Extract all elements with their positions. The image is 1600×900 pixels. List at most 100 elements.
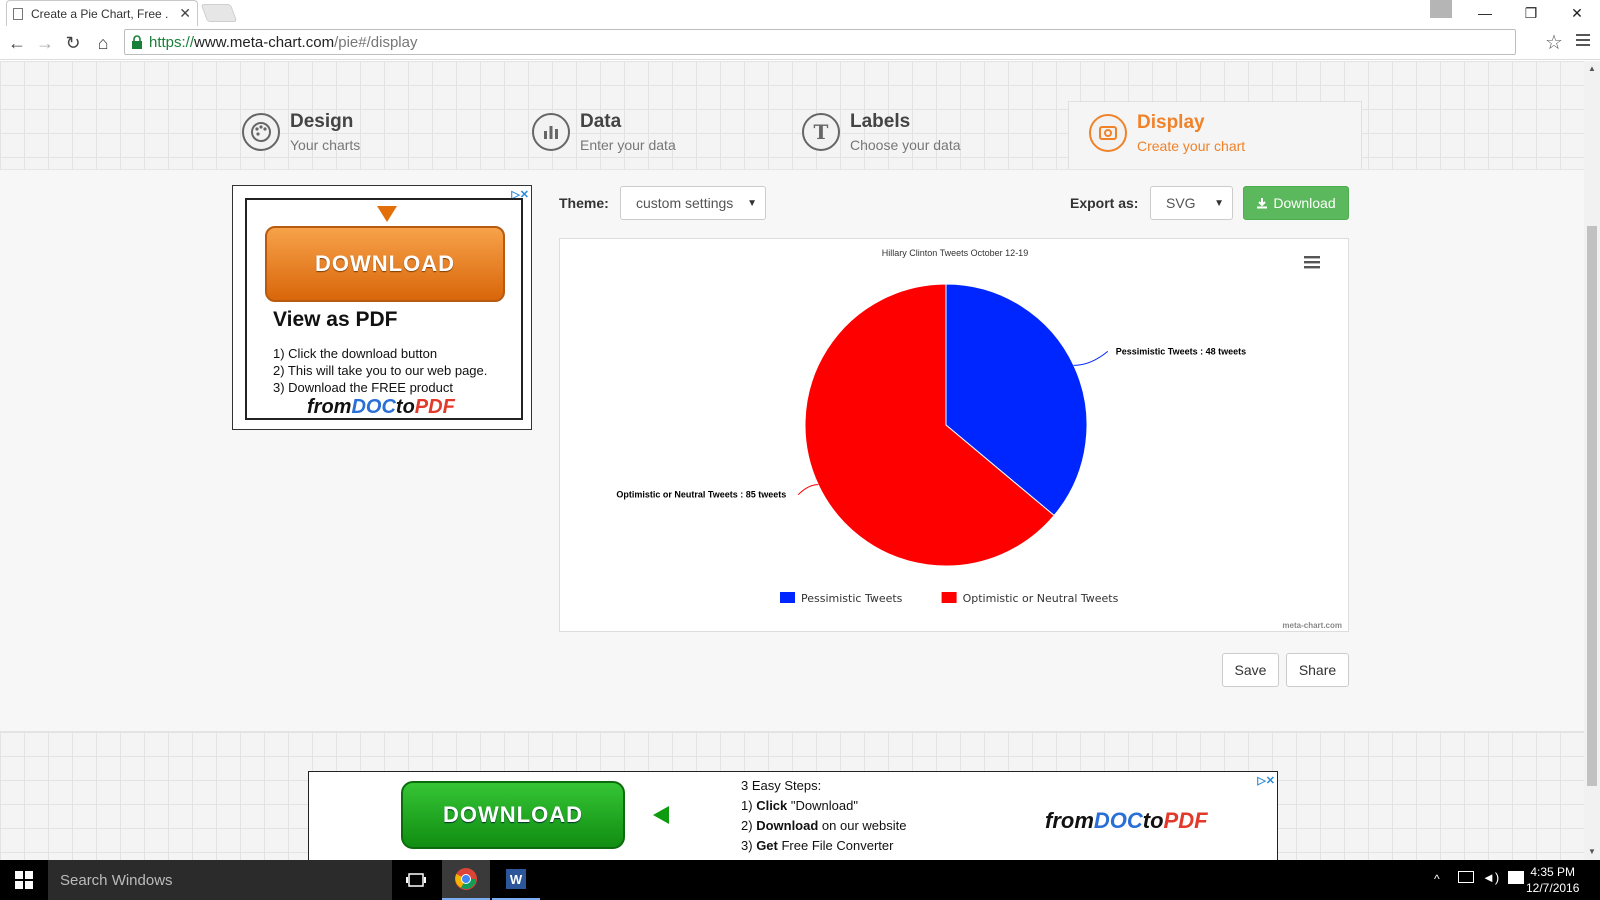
ad-download-button[interactable]: DOWNLOAD <box>401 781 625 849</box>
task-view-icon[interactable] <box>392 860 440 900</box>
ad-step: 1) Click "Download" <box>741 798 858 813</box>
clock-time: 4:35 PM <box>1530 865 1576 879</box>
step-subtitle: Choose your data <box>850 137 961 153</box>
back-icon[interactable]: ← <box>6 32 28 54</box>
dropdown-caret-icon: ▼ <box>1214 198 1224 209</box>
ad-step: 3) Get Free File Converter <box>741 838 894 853</box>
browser-toolbar: ← → ↻ ⌂ https://www.meta-chart.com/pie#/… <box>0 26 1600 60</box>
legend-swatch[interactable] <box>780 592 795 603</box>
export-format-value: SVG <box>1166 195 1196 211</box>
step-title: Display <box>1137 112 1205 133</box>
chart-title: Hillary Clinton Tweets October 12-19 <box>882 248 1028 258</box>
scroll-up-icon[interactable]: ▲ <box>1588 64 1596 73</box>
theme-value: custom settings <box>636 195 734 211</box>
download-icon <box>1257 198 1268 209</box>
chart-container: Hillary Clinton Tweets October 12-19 Pes… <box>559 238 1349 632</box>
windows-search-box[interactable]: Search Windows <box>48 860 392 900</box>
ad-frame: DOWNLOAD View as PDF 1) Click the downlo… <box>245 198 523 420</box>
step-subtitle: Your charts <box>290 137 361 153</box>
taskbar-clock[interactable]: 4:35 PM 12/7/2016 <box>1526 864 1579 896</box>
page-scrollbar[interactable]: ▲ ▼ <box>1584 61 1600 860</box>
display-panel: ▷✕ DOWNLOAD View as PDF 1) Click the dow… <box>0 169 1584 731</box>
pie-chart: Hillary Clinton Tweets October 12-19 Pes… <box>616 248 1342 630</box>
bookmark-star-icon[interactable]: ☆ <box>1545 30 1563 55</box>
close-window-icon[interactable]: ✕ <box>1554 0 1600 26</box>
url-scheme: https:// <box>149 33 195 51</box>
palette-icon <box>242 113 280 151</box>
windows-start-icon[interactable] <box>0 860 48 900</box>
legend-swatch[interactable] <box>941 592 957 603</box>
forward-icon[interactable]: → <box>34 32 56 54</box>
scroll-down-icon[interactable]: ▼ <box>1588 847 1596 856</box>
data-label: Optimistic or Neutral Tweets : 85 tweets <box>616 490 786 500</box>
close-tab-icon[interactable]: ✕ <box>179 5 191 22</box>
url-host: www.meta-chart.com <box>194 33 335 51</box>
user-icon[interactable] <box>1430 0 1452 18</box>
step-title: Design <box>290 111 354 132</box>
url-path: /pie#/display <box>334 33 418 51</box>
lock-icon <box>132 35 142 49</box>
step-display[interactable]: Display Create your chart <box>1068 101 1362 169</box>
chrome-taskbar-icon[interactable] <box>442 860 490 900</box>
svg-text:W: W <box>510 872 523 887</box>
download-label: Download <box>1273 195 1336 211</box>
browser-titlebar: Create a Pie Chart, Free . ✕ — ❐ ✕ <box>0 0 1600 26</box>
minimize-icon[interactable]: — <box>1462 0 1508 26</box>
volume-icon[interactable]: ◄) <box>1482 870 1499 885</box>
ad-line: 2) This will take you to our web page. <box>273 363 488 378</box>
step-labels[interactable]: T Labels Choose your data <box>802 101 961 169</box>
step-design[interactable]: Design Your charts <box>242 101 360 169</box>
ad-line: 1) Click the download button <box>273 346 438 361</box>
action-center-icon[interactable] <box>1508 871 1524 884</box>
side-advertisement[interactable]: ▷✕ DOWNLOAD View as PDF 1) Click the dow… <box>232 185 532 430</box>
dropdown-caret-icon: ▼ <box>747 198 757 209</box>
data-label-connector <box>797 484 819 496</box>
windows-taskbar: Search Windows W ^ ◄) 4:35 PM 12/7/2016 <box>0 860 1600 900</box>
tray-chevron-icon[interactable]: ^ <box>1434 872 1440 886</box>
adchoices-icon[interactable]: ▷✕ <box>1257 774 1275 787</box>
ad-line: 3) Download the FREE product <box>273 380 453 395</box>
browser-menu-icon[interactable] <box>1576 34 1590 49</box>
ad-download-button[interactable]: DOWNLOAD <box>265 226 505 302</box>
theme-select[interactable]: custom settings ▼ <box>620 186 766 220</box>
save-button[interactable]: Save <box>1222 653 1279 687</box>
ad-heading: 3 Easy Steps: <box>741 778 822 793</box>
down-arrow-icon <box>377 206 397 222</box>
ad-title: View as PDF <box>273 308 398 331</box>
download-button[interactable]: Download <box>1243 186 1349 220</box>
data-label-connector <box>1073 350 1109 366</box>
page-icon <box>13 7 23 20</box>
legend-label[interactable]: Optimistic or Neutral Tweets <box>963 592 1119 605</box>
fromdoctopdf-logo: fromDOCtoPDF <box>307 396 455 418</box>
legend-label[interactable]: Pessimistic Tweets <box>801 592 903 605</box>
bottom-advertisement[interactable]: ▷✕ DOWNLOAD 3 Easy Steps: 1) Click "Down… <box>308 771 1278 860</box>
step-title: Labels <box>850 111 911 132</box>
share-button[interactable]: Share <box>1286 653 1349 687</box>
reload-icon[interactable]: ↻ <box>62 32 84 54</box>
home-icon[interactable]: ⌂ <box>92 32 114 54</box>
scroll-thumb[interactable] <box>1587 226 1597 786</box>
network-icon[interactable] <box>1458 871 1474 883</box>
fromdoctopdf-logo: fromDOCtoPDF <box>1045 808 1208 833</box>
bar-chart-icon <box>532 113 570 151</box>
word-taskbar-icon[interactable]: W <box>492 860 540 900</box>
steps-bar: Design Your charts Data Enter your data … <box>0 61 1584 169</box>
text-icon: T <box>802 113 840 151</box>
browser-tab[interactable]: Create a Pie Chart, Free . ✕ <box>6 0 198 26</box>
step-subtitle: Enter your data <box>580 137 676 153</box>
address-bar[interactable]: https://www.meta-chart.com/pie#/display <box>124 29 1516 55</box>
new-tab-button[interactable] <box>200 4 238 22</box>
step-data[interactable]: Data Enter your data <box>532 101 676 169</box>
step-subtitle: Create your chart <box>1137 138 1246 154</box>
chart-credit: meta-chart.com <box>1282 621 1342 630</box>
left-arrow-icon <box>653 806 669 824</box>
chart-menu-icon[interactable] <box>1304 256 1320 269</box>
clock-date: 12/7/2016 <box>1526 881 1580 895</box>
data-label: Pessimistic Tweets : 48 tweets <box>1116 346 1246 356</box>
web-page: Design Your charts Data Enter your data … <box>0 61 1584 860</box>
display-icon <box>1089 114 1127 152</box>
tab-title: Create a Pie Chart, Free . <box>31 6 169 21</box>
export-format-select[interactable]: SVG ▼ <box>1150 186 1233 220</box>
restore-icon[interactable]: ❐ <box>1508 0 1554 26</box>
export-label: Export as: <box>1070 195 1139 211</box>
